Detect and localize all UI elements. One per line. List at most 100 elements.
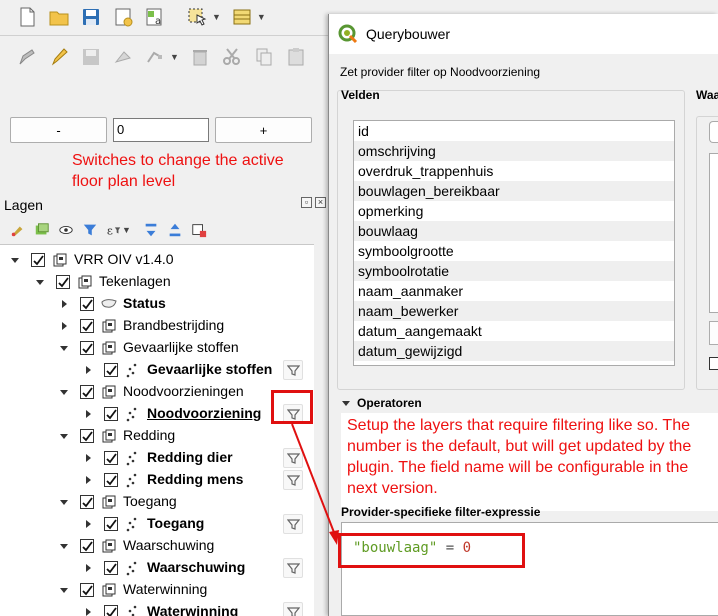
layer-visibility-checkbox[interactable]	[56, 275, 70, 289]
expand-arrow-right-icon[interactable]	[82, 474, 94, 486]
expand-arrow-right-icon[interactable]	[82, 518, 94, 530]
layer-tree-row[interactable]: Redding	[0, 425, 314, 447]
close-panel-icon[interactable]: ×	[315, 197, 326, 208]
current-edits-icon[interactable]	[14, 44, 40, 70]
remove-layer-icon[interactable]	[190, 220, 209, 239]
layer-visibility-checkbox[interactable]	[80, 539, 94, 553]
field-item[interactable]: omschrijving	[354, 141, 674, 161]
values-search-input[interactable]	[709, 121, 718, 143]
layer-visibility-checkbox[interactable]	[80, 297, 94, 311]
add-group-icon[interactable]	[32, 220, 51, 239]
copy-features-icon[interactable]	[251, 44, 277, 70]
layer-filter-icon[interactable]	[283, 448, 303, 468]
layer-tree-row[interactable]: Tekenlagen	[0, 271, 314, 293]
operators-section-header[interactable]: Operatoren	[341, 396, 422, 410]
layer-visibility-checkbox[interactable]	[104, 517, 118, 531]
layer-visibility-checkbox[interactable]	[80, 583, 94, 597]
values-list[interactable]	[709, 153, 718, 313]
layer-visibility-checkbox[interactable]	[31, 253, 45, 267]
expand-arrow-right-icon[interactable]	[82, 364, 94, 376]
layer-visibility-checkbox[interactable]	[80, 495, 94, 509]
expand-arrow-down-icon[interactable]	[58, 540, 70, 552]
layer-filter-icon[interactable]	[283, 558, 303, 578]
field-item[interactable]: bouwlagen_bereikbaar	[354, 181, 674, 201]
style-manager-icon[interactable]: a	[142, 4, 168, 30]
expand-arrow-down-icon[interactable]	[9, 254, 21, 266]
expand-all-icon[interactable]	[142, 220, 161, 239]
layer-visibility-checkbox[interactable]	[104, 561, 118, 575]
new-print-layout-icon[interactable]	[110, 4, 136, 30]
layer-filter-icon[interactable]	[283, 514, 303, 534]
layer-tree-row[interactable]: VRR OIV v1.4.0	[0, 249, 314, 271]
layer-visibility-checkbox[interactable]	[80, 319, 94, 333]
layer-visibility-checkbox[interactable]	[80, 429, 94, 443]
expand-arrow-down-icon[interactable]	[58, 386, 70, 398]
layer-tree-row[interactable]: Toegang	[0, 491, 314, 513]
layer-tree-row[interactable]: Redding dier	[0, 447, 314, 469]
manage-visibility-icon[interactable]	[56, 220, 75, 239]
layer-tree-row[interactable]: Noodvoorzieningen	[0, 381, 314, 403]
expand-arrow-right-icon[interactable]	[82, 606, 94, 616]
floor-up-button[interactable]: +	[215, 117, 312, 143]
field-item[interactable]: datum_aangemaakt	[354, 321, 674, 341]
field-item[interactable]: symboolrotatie	[354, 261, 674, 281]
style-layers-icon[interactable]	[8, 220, 27, 239]
field-item[interactable]: id	[354, 121, 674, 141]
fields-list[interactable]: id omschrijving overdruk_trappenhuis bouwla…	[353, 120, 675, 366]
expand-arrow-right-icon[interactable]	[82, 408, 94, 420]
field-item[interactable]: naam_aanmaker	[354, 281, 674, 301]
delete-selected-icon[interactable]	[187, 44, 213, 70]
expand-arrow-down-icon[interactable]	[34, 276, 46, 288]
cut-features-icon[interactable]	[219, 44, 245, 70]
field-item[interactable]: symboolgrootte	[354, 241, 674, 261]
field-item[interactable]: opmerking	[354, 201, 674, 221]
layer-tree-row[interactable]: Waarschuwing	[0, 557, 314, 579]
new-project-icon[interactable]	[14, 4, 40, 30]
float-panel-icon[interactable]: ▫	[301, 197, 312, 208]
collapse-all-icon[interactable]	[166, 220, 185, 239]
expand-arrow-down-icon[interactable]	[58, 430, 70, 442]
expand-arrow-down-icon[interactable]	[58, 342, 70, 354]
collapse-arrow-icon[interactable]	[341, 398, 351, 408]
layer-tree-row[interactable]: Status	[0, 293, 314, 315]
floor-down-button[interactable]: -	[10, 117, 107, 143]
layer-visibility-checkbox[interactable]	[104, 451, 118, 465]
layer-filter-icon[interactable]	[283, 470, 303, 490]
sample-values-button[interactable]	[709, 321, 718, 345]
layer-visibility-checkbox[interactable]	[80, 385, 94, 399]
expand-arrow-right-icon[interactable]	[58, 320, 70, 332]
attribute-table-icon[interactable]	[229, 4, 255, 30]
layer-filter-icon[interactable]	[283, 602, 303, 616]
open-project-icon[interactable]	[46, 4, 72, 30]
expand-arrow-right-icon[interactable]	[58, 298, 70, 310]
layer-visibility-checkbox[interactable]	[104, 363, 118, 377]
filter-legend-icon[interactable]	[80, 220, 99, 239]
paste-features-icon[interactable]	[283, 44, 309, 70]
layer-tree-row[interactable]: Noodvoorziening	[0, 403, 314, 425]
layer-tree-row[interactable]: Waarschuwing	[0, 535, 314, 557]
field-item[interactable]: overdruk_trappenhuis	[354, 161, 674, 181]
layer-tree-row[interactable]: Brandbestrijding	[0, 315, 314, 337]
select-features-icon[interactable]	[184, 4, 210, 30]
layer-tree-row[interactable]: Waterwinning	[0, 579, 314, 601]
expand-arrow-down-icon[interactable]	[58, 496, 70, 508]
save-edits-icon[interactable]	[78, 44, 104, 70]
layer-tree-row[interactable]: Gevaarlijke stoffen	[0, 337, 314, 359]
layer-tree-row[interactable]: Waterwinning	[0, 601, 314, 616]
expand-arrow-down-icon[interactable]	[58, 584, 70, 596]
expand-arrow-right-icon[interactable]	[82, 562, 94, 574]
layer-visibility-checkbox[interactable]	[104, 407, 118, 421]
add-feature-icon[interactable]	[110, 44, 136, 70]
vertex-tool-icon[interactable]	[142, 44, 168, 70]
layer-tree-row[interactable]: Toegang	[0, 513, 314, 535]
layer-filter-icon[interactable]	[283, 360, 303, 380]
layer-tree-row[interactable]: Gevaarlijke stoffen	[0, 359, 314, 381]
layer-tree-row[interactable]: Redding mens	[0, 469, 314, 491]
field-item[interactable]: datum_gewijzigd	[354, 341, 674, 361]
save-project-icon[interactable]	[78, 4, 104, 30]
field-item[interactable]: bouwlaag	[354, 221, 674, 241]
field-item[interactable]: naam_bewerker	[354, 301, 674, 321]
toggle-editing-icon[interactable]	[46, 44, 72, 70]
layer-visibility-checkbox[interactable]	[104, 605, 118, 616]
expand-arrow-right-icon[interactable]	[82, 452, 94, 464]
